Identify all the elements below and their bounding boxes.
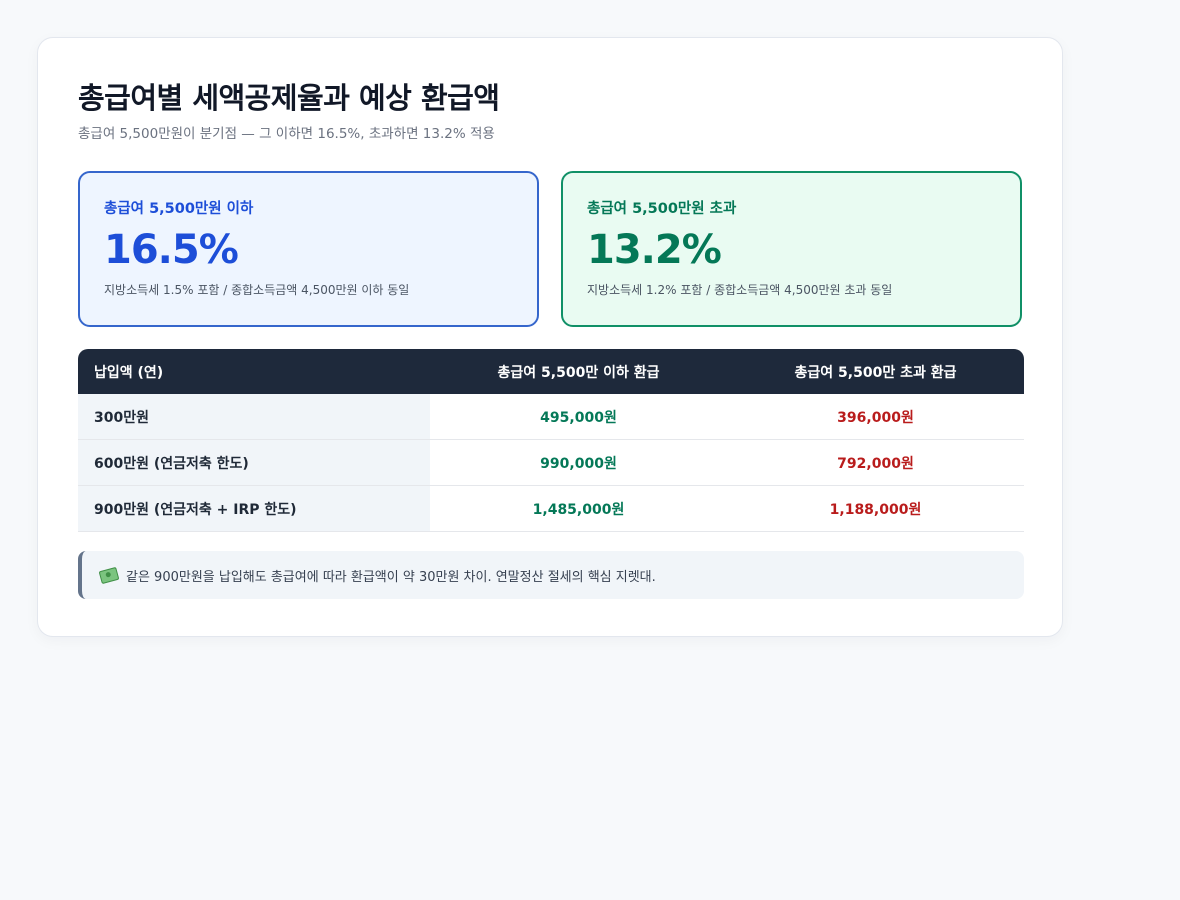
rate-card-value: 16.5%: [104, 227, 239, 273]
rate-card-high-income: 총급여 5,500만원 초과 13.2% 지방소득세 1.2% 포함 / 종합소…: [561, 171, 1022, 327]
rate-card-low-income: 총급여 5,500만원 이하 16.5% 지방소득세 1.5% 포함 / 종합소…: [78, 171, 539, 327]
column-header-amount: 납입액 (연): [78, 349, 430, 394]
content-card: 총급여별 세액공제율과 예상 환급액 총급여 5,500만원이 분기점 — 그 …: [37, 37, 1063, 637]
table-header-row: 납입액 (연) 총급여 5,500만 이하 환급 총급여 5,500만 초과 환…: [78, 349, 1024, 394]
tip-callout: 같은 900만원을 납입해도 총급여에 따라 환급액이 약 30만원 차이. 연…: [78, 551, 1024, 599]
tip-text: 같은 900만원을 납입해도 총급여에 따라 환급액이 약 30만원 차이. 연…: [126, 569, 656, 585]
table-row: 900만원 (연금저축 + IRP 한도) 1,485,000원 1,188,0…: [78, 485, 1024, 532]
cell-high-refund: 792,000원: [727, 439, 1024, 486]
column-header-high-refund: 총급여 5,500만 초과 환급: [727, 349, 1024, 394]
table-row: 300만원 495,000원 396,000원: [78, 394, 1024, 440]
rate-card-value: 13.2%: [587, 227, 722, 273]
cell-low-refund: 495,000원: [430, 394, 727, 440]
cell-high-refund: 1,188,000원: [727, 485, 1024, 532]
cell-low-refund: 1,485,000원: [430, 485, 727, 532]
rate-card-label: 총급여 5,500만원 초과: [587, 201, 737, 217]
column-header-low-refund: 총급여 5,500만 이하 환급: [430, 349, 727, 394]
page-subtitle: 총급여 5,500만원이 분기점 — 그 이하면 16.5%, 초과하면 13.…: [78, 126, 495, 142]
rate-cards: 총급여 5,500만원 이하 16.5% 지방소득세 1.5% 포함 / 종합소…: [78, 171, 1022, 327]
cell-amount: 300만원: [78, 394, 430, 440]
cell-high-refund: 396,000원: [727, 394, 1024, 440]
cell-amount: 600만원 (연금저축 한도): [78, 439, 430, 486]
rate-card-note: 지방소득세 1.2% 포함 / 종합소득금액 4,500만원 초과 동일: [587, 283, 893, 297]
cell-low-refund: 990,000원: [430, 439, 727, 486]
cell-amount: 900만원 (연금저축 + IRP 한도): [78, 485, 430, 532]
page-title: 총급여별 세액공제율과 예상 환급액: [78, 81, 500, 115]
money-with-wings-icon: [98, 566, 120, 584]
table-row: 600만원 (연금저축 한도) 990,000원 792,000원: [78, 439, 1024, 486]
refund-table: 납입액 (연) 총급여 5,500만 이하 환급 총급여 5,500만 초과 환…: [78, 349, 1024, 532]
rate-card-label: 총급여 5,500만원 이하: [104, 201, 254, 217]
rate-card-note: 지방소득세 1.5% 포함 / 종합소득금액 4,500만원 이하 동일: [104, 283, 410, 297]
